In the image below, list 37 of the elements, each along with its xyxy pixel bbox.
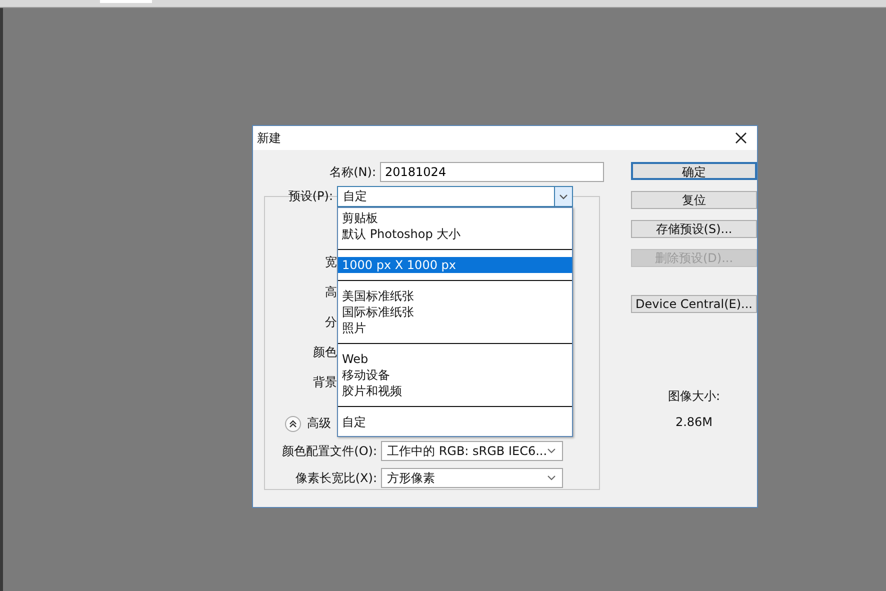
dropdown-option[interactable]: 美国标准纸张: [338, 288, 572, 304]
chevron-down-icon: [559, 194, 568, 200]
field-label: 预设(P):: [287, 188, 334, 205]
field-label: 颜色配置文件(O):: [281, 442, 378, 460]
dropdown-option[interactable]: Web: [338, 351, 572, 367]
advanced-label: 高级: [307, 415, 331, 432]
preset-dropdown[interactable]: 自定: [337, 186, 573, 207]
window-title: 新建: [257, 130, 281, 146]
field-label: 背景: [312, 374, 337, 390]
collapse-button[interactable]: [285, 416, 301, 432]
field-label: 像素长宽比(X):: [294, 470, 378, 486]
field-label: 分: [324, 314, 337, 330]
dropdown-option[interactable]: 默认 Photoshop 大小: [338, 226, 572, 242]
dialog-button[interactable]: 复位: [631, 191, 757, 209]
field-label: 高: [324, 284, 337, 300]
close-icon[interactable]: [735, 132, 747, 144]
image-size-label: 图像大小:: [668, 388, 720, 405]
pixel-aspect-dropdown[interactable]: 方形像素: [381, 468, 563, 488]
image-size-value: 2.86M: [675, 415, 713, 429]
chevron-down-icon: [547, 475, 556, 481]
ok-button[interactable]: 确定: [631, 162, 757, 180]
chevrons-icon: [288, 418, 298, 428]
dialog-button[interactable]: Device Central(E)...: [631, 295, 757, 313]
dropdown-option[interactable]: 国际标准纸张: [338, 304, 572, 320]
dropdown-option[interactable]: 自定: [338, 414, 572, 430]
dropdown-option[interactable]: 移动设备: [338, 367, 572, 383]
dialog-button[interactable]: 存储预设(S)...: [631, 220, 757, 238]
chevron-down-icon: [547, 448, 556, 454]
dropdown-option[interactable]: 1000 px X 1000 px: [338, 257, 572, 273]
dropdown-option[interactable]: 胶片和视频: [338, 383, 572, 399]
name-field[interactable]: 20181024: [380, 162, 604, 182]
field-label: 宽: [324, 254, 337, 270]
dropdown-option[interactable]: 剪贴板: [338, 210, 572, 226]
color-profile-dropdown[interactable]: 工作中的 RGB: sRGB IEC6...: [381, 441, 563, 461]
field-label: 颜色: [312, 344, 337, 360]
field-label: 名称(N):: [328, 164, 377, 180]
dropdown-option[interactable]: 照片: [338, 320, 572, 336]
